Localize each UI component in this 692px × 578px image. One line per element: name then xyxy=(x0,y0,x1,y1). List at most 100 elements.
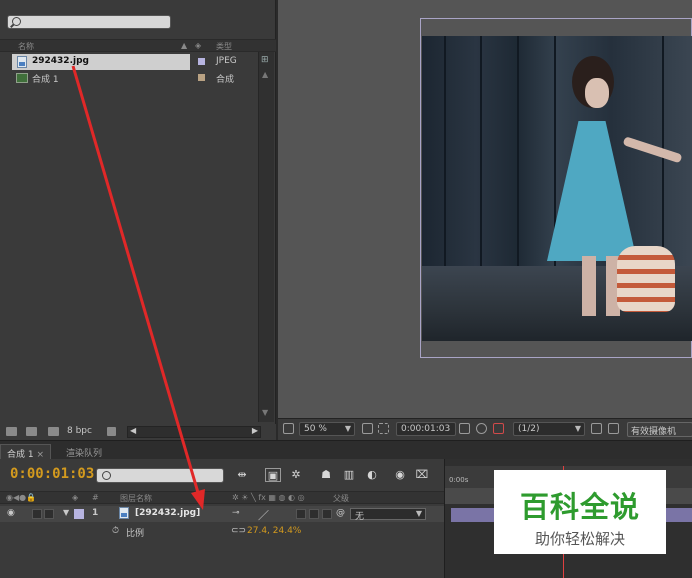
layer-index: 1 xyxy=(92,508,99,518)
search-icon xyxy=(12,17,21,26)
scroll-left-icon[interactable]: ◀ xyxy=(130,426,136,435)
adjustment-switch[interactable] xyxy=(322,509,332,519)
live-update-icon[interactable]: ▣ xyxy=(265,468,281,482)
watermark-subtitle: 助你轻松解决 xyxy=(534,530,625,548)
project-footer: 8 bpc ◀ ▶ xyxy=(0,424,276,440)
column-source-name[interactable]: 图层名称 xyxy=(120,493,152,504)
snapshot-icon[interactable] xyxy=(459,423,470,434)
fence-plank xyxy=(517,36,519,266)
draft-3d-icon[interactable]: ✲ xyxy=(288,468,304,482)
layer-label-swatch[interactable] xyxy=(74,509,84,519)
expand-triangle-icon[interactable]: ▼ xyxy=(63,508,69,517)
property-row-scale[interactable]: ⏱ 比例 ⊂⊃ 27.4, 24.4% xyxy=(0,524,444,540)
graph-editor-icon[interactable]: ⌧ xyxy=(414,468,430,482)
scroll-up-icon[interactable]: ▲ xyxy=(262,70,268,79)
girl-face xyxy=(585,78,609,108)
property-name: 比例 xyxy=(126,529,145,539)
quality-switch-icon[interactable]: ／ xyxy=(258,507,269,523)
trash-icon[interactable] xyxy=(107,427,116,436)
current-time-field[interactable]: 0:00:01:03 xyxy=(396,422,456,436)
switches-icons[interactable]: ✲ ☀ ╲ fx ▦ ◍ ◐ ◎ xyxy=(232,493,305,502)
column-name[interactable]: 名称 xyxy=(18,41,34,52)
label-tag-icon[interactable]: ◈ xyxy=(72,493,78,502)
flowchart-icon[interactable]: ⊞ xyxy=(261,55,272,66)
timeline-search-input[interactable] xyxy=(96,468,224,483)
lock-checkbox[interactable] xyxy=(44,509,54,519)
project-item-name: 292432.jpg xyxy=(32,56,89,66)
project-search-input[interactable] xyxy=(7,15,171,29)
column-type[interactable]: 类型 xyxy=(216,41,232,52)
constrain-proportions-icon[interactable]: ⊂⊃ xyxy=(231,526,246,536)
watermark-title: 百科全说 xyxy=(519,490,640,524)
chevron-down-icon: ▼ xyxy=(415,509,422,518)
zoom-select[interactable]: 50 % ▼ xyxy=(299,422,355,436)
tab-render-queue[interactable]: 渲染队列 xyxy=(60,444,108,460)
resolution-select[interactable]: (1/2) ▼ xyxy=(513,422,585,436)
search-icon xyxy=(102,471,111,480)
shy-switch-icon[interactable]: ⊸ xyxy=(232,508,240,518)
label-swatch[interactable] xyxy=(198,58,205,65)
layer-row[interactable]: ◉ ▼ 1 [292432.jpg] ⊸ ／ @ 无 ▼ xyxy=(0,506,444,522)
striped-bag xyxy=(617,246,675,312)
comp-mini-flowchart-icon[interactable]: ⇹ xyxy=(234,468,250,482)
bit-depth-label[interactable]: 8 bpc xyxy=(67,426,92,436)
property-value[interactable]: 27.4, 24.4% xyxy=(247,526,301,536)
effect-switch[interactable] xyxy=(296,509,306,519)
camera-select[interactable]: 有效摄像机 xyxy=(627,422,692,437)
label-tag-icon[interactable]: ◈ xyxy=(195,41,201,50)
project-horizontal-scrollbar[interactable]: ◀ ▶ xyxy=(127,426,261,438)
ruler-start-label: 0:00s xyxy=(449,476,469,484)
stopwatch-icon[interactable]: ⏱ xyxy=(112,526,119,536)
region-of-interest-icon[interactable] xyxy=(591,423,602,434)
project-column-header: 名称 ▲ ◈ 类型 xyxy=(0,39,276,52)
project-panel: 名称 ▲ ◈ 类型 292432.jpg JPEG 合成 1 合成 ⊞ ▲ ▼ … xyxy=(0,0,276,440)
column-parent[interactable]: 父级 xyxy=(333,493,349,504)
motion-blur-icon[interactable]: ◐ xyxy=(364,468,380,482)
transparency-grid-icon[interactable] xyxy=(608,423,619,434)
project-item-name: 合成 1 xyxy=(32,75,59,85)
image-file-icon xyxy=(119,507,129,519)
image-file-icon xyxy=(17,56,27,68)
timeline-current-time[interactable]: 0:00:01:03 xyxy=(10,466,94,482)
shy-layers-icon[interactable]: ☗ xyxy=(318,468,334,482)
project-item-jpg[interactable]: 292432.jpg JPEG xyxy=(0,54,258,70)
grid-guides-icon[interactable] xyxy=(362,423,373,434)
composition-icon xyxy=(16,73,28,83)
fence-plank xyxy=(444,36,446,266)
sort-arrow-icon[interactable]: ▲ xyxy=(181,41,187,50)
pick-whip-icon[interactable]: @ xyxy=(336,508,345,518)
scroll-right-icon[interactable]: ▶ xyxy=(252,426,258,435)
motion-blur-switch[interactable] xyxy=(309,509,319,519)
footage-image[interactable] xyxy=(422,36,692,341)
chevron-down-icon: ▼ xyxy=(574,424,581,433)
girl-legs xyxy=(582,256,622,316)
show-snapshot-icon[interactable] xyxy=(476,423,487,434)
timeline-column-header: ◉◀●🔒 ◈ # 图层名称 ✲ ☀ ╲ fx ▦ ◍ ◐ ◎ 父级 xyxy=(0,491,444,504)
eye-icon[interactable]: ◉ xyxy=(7,508,15,518)
girl-arm xyxy=(622,136,683,164)
parent-select[interactable]: 无 ▼ xyxy=(350,508,426,522)
project-item-comp[interactable]: 合成 1 合成 xyxy=(0,70,258,86)
tab-composition[interactable]: 合成 1 × xyxy=(0,444,52,460)
color-channels-icon[interactable] xyxy=(493,423,504,434)
resolution-value: (1/2) xyxy=(518,424,540,434)
viewer-toolbar: 50 % ▼ 0:00:01:03 (1/2) ▼ 有效摄像机 xyxy=(278,418,692,440)
watermark-logo: 百科全说 助你轻松解决 xyxy=(494,470,666,554)
new-composition-icon[interactable] xyxy=(48,427,59,436)
label-swatch[interactable] xyxy=(198,74,205,81)
always-preview-icon[interactable] xyxy=(283,423,294,434)
layer-name[interactable]: [292432.jpg] xyxy=(135,508,200,518)
interpret-footage-icon[interactable] xyxy=(6,427,17,436)
zoom-value: 50 % xyxy=(304,424,327,434)
brainstorm-icon[interactable]: ◉ xyxy=(392,468,408,482)
scroll-down-icon[interactable]: ▼ xyxy=(262,408,268,417)
frame-blending-icon[interactable]: ▥ xyxy=(341,468,357,482)
solo-checkbox[interactable] xyxy=(32,509,42,519)
project-item-type: 合成 xyxy=(216,75,235,85)
av-features-icon[interactable]: ◉◀●🔒 xyxy=(6,493,36,502)
project-scrollbar[interactable]: ⊞ ▲ ▼ xyxy=(258,52,274,422)
new-folder-icon[interactable] xyxy=(26,427,37,436)
timeline-tab-bar: 合成 1 × 渲染队列 xyxy=(0,440,692,460)
mask-visibility-icon[interactable] xyxy=(378,423,389,434)
parent-value: 无 xyxy=(355,512,365,522)
